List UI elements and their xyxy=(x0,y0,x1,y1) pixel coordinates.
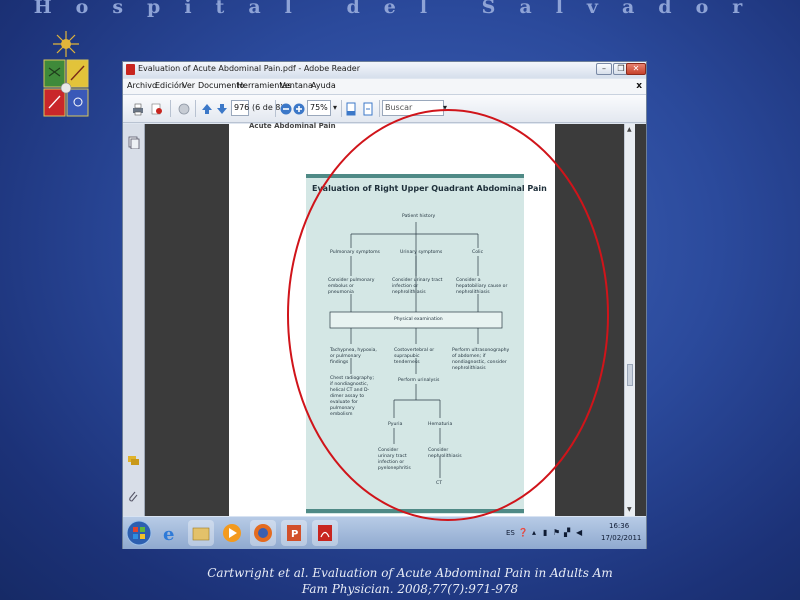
scroll-down-icon[interactable]: ▼ xyxy=(627,506,632,513)
menu-archivo[interactable]: Archivo xyxy=(127,81,157,90)
next-page-icon[interactable] xyxy=(215,102,229,116)
svg-text:e: e xyxy=(163,524,174,545)
node-consider-hepatobiliary: Consider a hepatobiliary cause or nephro… xyxy=(456,278,508,295)
show-hidden-icons-icon[interactable]: ▴ xyxy=(532,528,536,537)
toolbar-separator xyxy=(379,100,380,117)
zoom-out-icon[interactable] xyxy=(279,102,293,116)
close-icon: ✕ xyxy=(632,64,640,73)
close-button[interactable]: ✕ xyxy=(626,63,646,75)
adobe-reader-window: Evaluation of Acute Abdominal Pain.pdf -… xyxy=(122,61,647,549)
university-crest-icon xyxy=(43,31,89,117)
node-tachypnea: Tachypnea, hypoxia, or pulmonary finding… xyxy=(330,348,377,365)
page-running-header: Acute Abdominal Pain xyxy=(249,122,336,130)
scroll-up-icon[interactable]: ▲ xyxy=(627,126,632,133)
toolbar-separator xyxy=(341,100,342,117)
node-patient-history: Patient history xyxy=(402,214,436,219)
windows-taskbar: e P ES ❓ ▴ ▮ ⚑ ▞ ◀ 16:36 17/02/2011 xyxy=(123,516,646,549)
pdf-document-icon xyxy=(126,64,135,75)
node-pyuria: Pyuria xyxy=(388,422,403,427)
menu-ver[interactable]: Ver xyxy=(182,81,195,90)
node-urinalysis: Perform urinalysis xyxy=(398,378,440,383)
file-explorer-icon[interactable] xyxy=(188,520,214,546)
clock-date[interactable]: 17/02/2011 xyxy=(601,534,641,542)
start-button-icon[interactable] xyxy=(126,520,152,546)
menu-bar: Archivo Edición Ver Documento Herramient… xyxy=(123,79,646,95)
collaborate-icon[interactable] xyxy=(150,102,164,116)
flowchart-figure: Evaluation of Right Upper Quadrant Abdom… xyxy=(306,174,547,514)
minimize-button[interactable]: – xyxy=(596,63,612,75)
node-ct: CT xyxy=(436,481,443,486)
toolbar-separator xyxy=(275,100,276,117)
document-area: Acute Abdominal Pain Evaluation of Right… xyxy=(145,122,635,516)
print-icon[interactable] xyxy=(131,102,145,116)
zoom-in-icon[interactable] xyxy=(292,102,306,116)
node-colic: Colic xyxy=(472,250,484,255)
language-indicator[interactable]: ES xyxy=(506,529,515,537)
node-consider-urinary: Consider urinary tract infection or neph… xyxy=(392,278,443,295)
restore-icon: ❐ xyxy=(617,64,625,73)
menu-ayuda[interactable]: Ayuda xyxy=(311,81,336,90)
node-costovertebral: Costovertebral or suprapubic tenderness xyxy=(394,348,435,365)
network-icon[interactable]: ▮ xyxy=(543,528,547,537)
figure-bottom-rule xyxy=(306,509,524,513)
internet-explorer-icon[interactable]: e xyxy=(157,520,183,546)
node-consider-uti: Consider urinary tract infection or pyel… xyxy=(378,448,411,471)
volume-icon[interactable]: ◀ xyxy=(576,528,582,537)
node-physical-examination: Physical examination xyxy=(394,317,443,322)
action-center-icon[interactable]: ⚑ xyxy=(553,528,560,537)
pages-panel-icon[interactable] xyxy=(127,136,140,149)
help-icon[interactable]: ❓ xyxy=(518,528,528,537)
pdf-page: Acute Abdominal Pain Evaluation of Right… xyxy=(229,122,555,516)
window-titlebar[interactable]: Evaluation of Acute Abdominal Pain.pdf -… xyxy=(123,62,646,78)
window-title: Evaluation of Acute Abdominal Pain.pdf -… xyxy=(138,64,360,73)
fit-page-icon[interactable] xyxy=(344,102,358,116)
node-chest-radiography: Chest radiography; if nondiagnostic, hel… xyxy=(330,376,375,417)
node-pulmonary-symptoms: Pulmonary symptoms xyxy=(330,250,380,255)
page-number-input[interactable]: 976 xyxy=(231,100,249,116)
toolbar-separator xyxy=(195,100,196,117)
clock-time[interactable]: 16:36 xyxy=(609,522,629,530)
toolbar: 976 (6 de 8) 75% ▾ Buscar ▾ xyxy=(123,95,646,123)
close-document-button[interactable]: x xyxy=(636,81,642,91)
node-ultrasonography: Perform ultrasonography of abdomen; if n… xyxy=(452,348,510,371)
fit-width-icon[interactable] xyxy=(361,102,375,116)
comments-panel-icon[interactable] xyxy=(127,454,140,467)
node-hematuria: Hematuria xyxy=(428,422,453,427)
menu-edicion[interactable]: Edición xyxy=(155,81,184,90)
zoom-level-input[interactable]: 75% xyxy=(307,100,331,116)
hand-tool-icon[interactable] xyxy=(177,102,191,116)
powerpoint-icon[interactable]: P xyxy=(281,520,307,546)
zoom-dropdown-icon[interactable]: ▾ xyxy=(333,103,337,112)
scrollbar-thumb[interactable] xyxy=(627,364,633,386)
node-consider-pulmonary: Consider pulmonary embolus or pneumonia xyxy=(328,278,375,295)
slide-caption: Cartwright et al. Evaluation of Acute Ab… xyxy=(160,565,660,597)
navigation-pane xyxy=(123,124,145,516)
minimize-icon: – xyxy=(602,64,606,73)
caption-line-2: Fam Physician. 2008;77(7):971-978 xyxy=(301,582,519,596)
firefox-icon[interactable] xyxy=(250,520,276,546)
adobe-reader-taskbar-icon[interactable] xyxy=(312,520,338,546)
sun-emblem-icon xyxy=(53,31,79,57)
menu-ventana[interactable]: Ventana xyxy=(280,81,313,90)
signal-icon[interactable]: ▞ xyxy=(564,528,570,537)
toolbar-separator xyxy=(170,100,171,117)
vertical-scrollbar[interactable]: ▲ ▼ xyxy=(624,124,635,516)
previous-page-icon[interactable] xyxy=(200,102,214,116)
search-dropdown-icon[interactable]: ▾ xyxy=(443,103,447,112)
attachments-panel-icon[interactable] xyxy=(127,490,140,503)
media-player-icon[interactable] xyxy=(219,520,245,546)
svg-text:P: P xyxy=(291,529,298,540)
node-consider-nephrolithiasis: Consider nephrolithiasis xyxy=(428,448,462,459)
slide-title: Hospital del Salvador xyxy=(33,0,767,18)
document-viewport: Acute Abdominal Pain Evaluation of Right… xyxy=(123,122,646,516)
node-urinary-symptoms: Urinary symptoms xyxy=(400,250,443,255)
search-input[interactable]: Buscar xyxy=(382,100,444,116)
caption-line-1: Cartwright et al. Evaluation of Acute Ab… xyxy=(207,566,613,580)
